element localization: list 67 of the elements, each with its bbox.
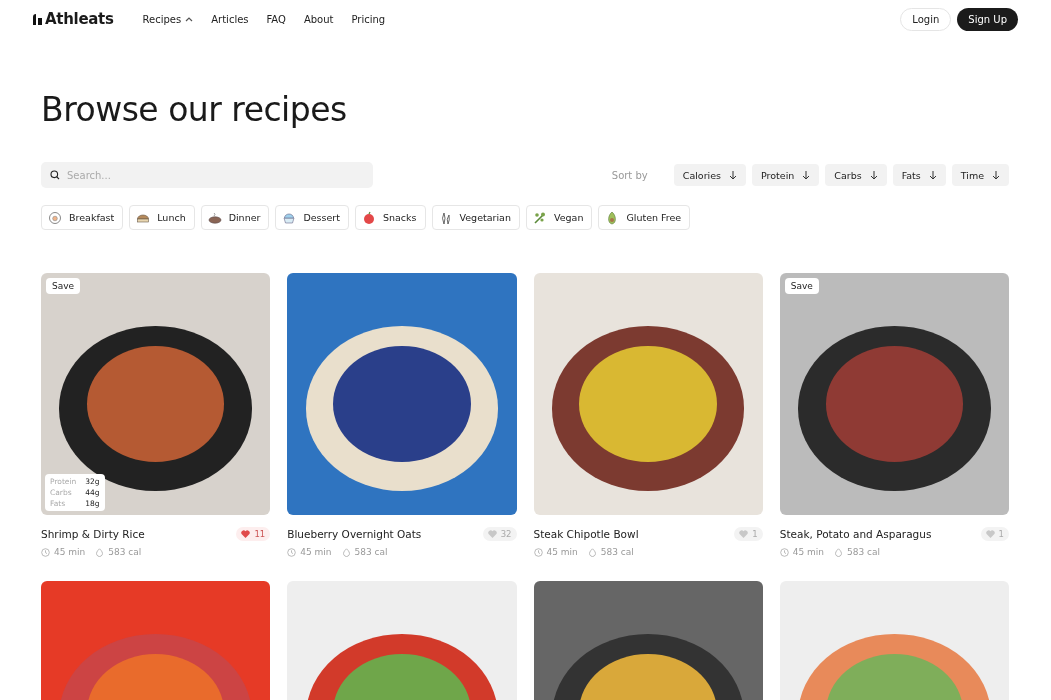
recipe-title[interactable]: Shrimp & Dirty Rice [41, 528, 145, 540]
clock-icon [779, 547, 789, 557]
page-heading: Browse our recipes [41, 90, 348, 129]
recipe-title[interactable]: Steak, Potato and Asparagus [779, 528, 932, 540]
nav-link[interactable]: About [294, 13, 343, 25]
arrow-down-icon [928, 170, 937, 180]
category-chip[interactable]: Gluten Free [598, 205, 691, 230]
search-input[interactable]: Search... [67, 169, 364, 181]
food-icon [207, 210, 222, 225]
sort-button[interactable]: Calories [673, 164, 746, 186]
nav-link[interactable]: FAQ [257, 13, 295, 25]
login-button[interactable]: Login [900, 7, 952, 31]
arrow-down-icon [869, 170, 878, 180]
nav-link[interactable]: Articles [202, 13, 258, 25]
logo-icon [33, 13, 42, 25]
food-photo[interactable] [287, 273, 517, 515]
sort-button[interactable]: Fats [892, 164, 946, 186]
cook-time: 45 min [779, 547, 825, 557]
search-icon [50, 170, 60, 180]
food-photo[interactable]: Save [779, 273, 1009, 515]
flame-icon [587, 547, 597, 557]
nav-link[interactable]: Recipes [133, 13, 203, 25]
heart-icon [487, 530, 497, 538]
food-icon [532, 210, 547, 225]
recipe-title[interactable]: Blueberry Overnight Oats [287, 528, 422, 540]
category-chip[interactable]: Vegetarian [431, 205, 520, 230]
flame-icon [95, 547, 105, 557]
sort-label: Sort by [611, 169, 648, 181]
category-chip[interactable]: Snacks [354, 205, 426, 230]
search-field[interactable]: Search... [41, 162, 373, 188]
clock-icon [287, 547, 297, 557]
food-icon [282, 210, 297, 225]
brand-name: Athleats [45, 10, 114, 28]
food-icon [48, 210, 62, 225]
sort-button[interactable]: Carbs [825, 164, 887, 186]
category-chip[interactable]: Vegan [525, 205, 593, 230]
save-button[interactable]: Save [46, 278, 81, 294]
food-photo[interactable] [533, 273, 763, 515]
calories: 583 cal [341, 547, 388, 557]
food-icon [361, 210, 376, 225]
cook-time: 45 min [287, 547, 332, 557]
arrow-down-icon [992, 170, 1000, 180]
calories: 583 cal [834, 547, 881, 557]
cook-time: 45 min [41, 547, 86, 557]
calories: 583 cal [95, 547, 142, 557]
arrow-down-icon [729, 170, 737, 180]
nav-link[interactable]: Pricing [342, 13, 395, 25]
flame-icon [341, 547, 351, 557]
flame-icon [834, 547, 844, 557]
cook-time: 45 min [533, 547, 578, 557]
clock-icon [533, 547, 543, 557]
arrow-down-icon [802, 170, 811, 180]
heart-icon [739, 530, 749, 538]
sort-button[interactable]: Protein [752, 164, 820, 186]
like-button[interactable]: 11 [236, 527, 271, 541]
category-chip[interactable]: Breakfast [41, 205, 124, 230]
heart-icon [985, 530, 995, 538]
category-chip[interactable]: Dinner [200, 205, 270, 230]
calories: 583 cal [587, 547, 634, 557]
sort-button[interactable]: Time [951, 164, 1009, 186]
save-button[interactable]: Save [784, 278, 819, 294]
clock-icon [41, 547, 50, 557]
recipe-title[interactable]: Steak Chipotle Bowl [533, 528, 639, 540]
heart-icon [241, 530, 251, 538]
category-chip[interactable]: Dessert [275, 205, 349, 230]
signup-button[interactable]: Sign Up [957, 7, 1018, 31]
category-chip[interactable]: Lunch [129, 205, 195, 230]
